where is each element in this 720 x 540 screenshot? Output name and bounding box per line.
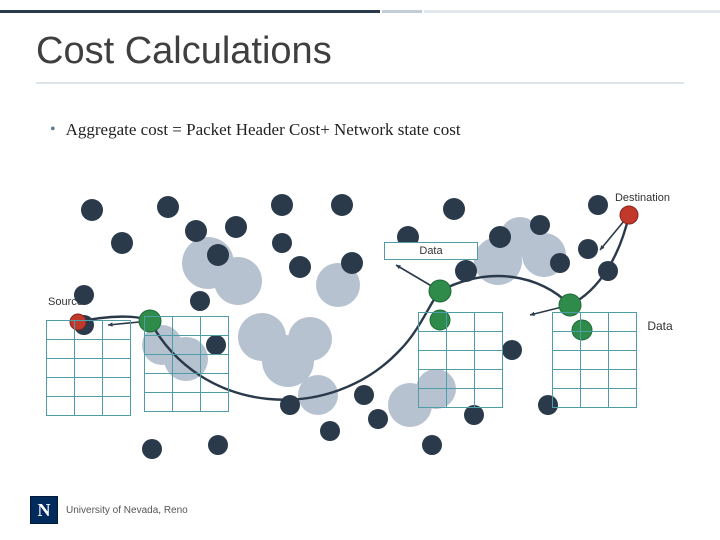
routing-table-3 — [418, 312, 503, 408]
routing-table-1 — [46, 320, 131, 416]
routing-table-2 — [144, 316, 229, 412]
logo-crest-icon: N — [30, 496, 58, 524]
routing-table-4 — [552, 312, 637, 408]
slide-decorator-bar — [0, 8, 720, 16]
destination-label: Destination — [615, 192, 670, 204]
bullet-item: • Aggregate cost = Packet Header Cost+ N… — [50, 120, 461, 140]
source-label: Source — [48, 296, 83, 308]
bullet-dot-icon: • — [50, 121, 56, 139]
bullet-text: Aggregate cost = Packet Header Cost+ Net… — [66, 120, 461, 140]
institution-logo: N University of Nevada, Reno — [30, 496, 188, 524]
page-title: Cost Calculations — [36, 30, 332, 73]
title-underline — [36, 82, 684, 84]
data-packet-label-1: Data — [384, 242, 478, 260]
data-packet-label-2: Data — [630, 318, 690, 336]
logo-text: University of Nevada, Reno — [66, 505, 188, 516]
